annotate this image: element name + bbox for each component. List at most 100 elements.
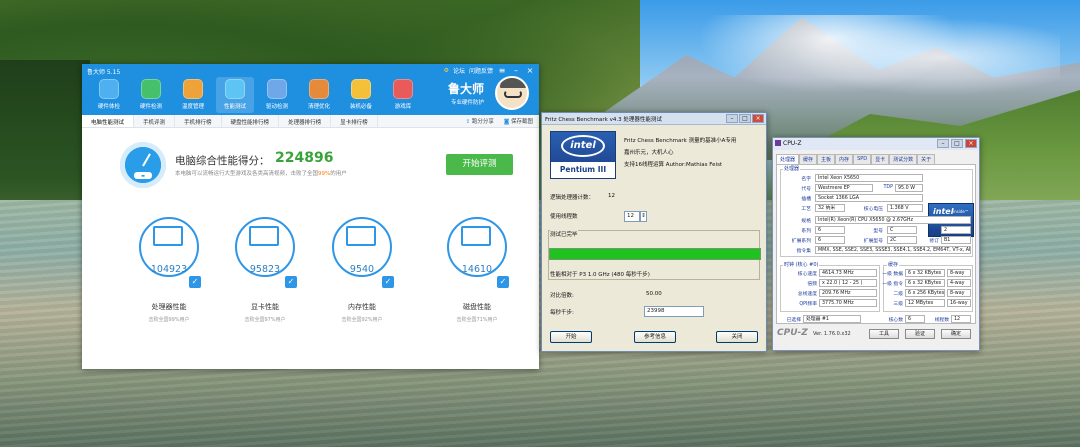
field-label: 核心速度	[797, 272, 817, 277]
nav-item-cleanup[interactable]: 清理优化	[300, 77, 338, 113]
field-label: 倍频	[807, 282, 817, 287]
tab-cpu-rank[interactable]: 处理器排行榜	[279, 115, 332, 127]
ok-button[interactable]: 确定	[941, 329, 971, 339]
forum-link[interactable]: 论坛	[453, 66, 465, 75]
nav-item-hardware-check[interactable]: 硬件体检	[90, 77, 128, 113]
feedback-link[interactable]: 问题反馈	[469, 66, 493, 75]
chip-icon	[141, 79, 161, 99]
field-label: 步进	[929, 229, 939, 234]
nav-item-essentials[interactable]: 装机必备	[342, 77, 380, 113]
fritz-titlebar: Fritz Chess Benchmark v4.3 处理器性能测试 – □ ×	[542, 113, 766, 125]
tools-button[interactable]: 工具	[869, 329, 899, 339]
maximize-button[interactable]: □	[951, 139, 963, 148]
start-benchmark-button[interactable]: 开始评测	[446, 154, 513, 175]
instructions-value: MMX, SSE, SSE2, SSE3, SSSE3, SSE4.1, SSE…	[815, 246, 971, 254]
score-title: 电脑综合性能得分：	[175, 155, 270, 167]
tab-disk-rank[interactable]: 硬盘性能排行榜	[222, 115, 280, 127]
start-button[interactable]: 开始	[550, 331, 592, 343]
cpuz-window: CPU-Z – □ × 处理器 缓存 主板 内存 SPD 显卡 测试分数 关于 …	[772, 137, 980, 351]
screenshot-label: 保存截图	[510, 119, 533, 125]
nav-item-performance-test[interactable]: 性能测试	[216, 77, 254, 113]
category-cpu[interactable]: 104923 ✓ 处理器性能 击败全国99%用户	[136, 217, 216, 327]
nav-item-temperature[interactable]: 温度管理	[174, 77, 212, 113]
tab-mainboard[interactable]: 主板	[817, 154, 836, 164]
l3-way: 16-way	[947, 299, 971, 307]
close-dialog-button[interactable]: 关闭	[716, 331, 758, 343]
camera-icon: ◙	[503, 119, 510, 125]
info-line: 嘉州乐元，大机人心	[624, 150, 674, 156]
tabs-actions: ⇪ 跑分分享 ◙ 保存截图	[466, 117, 533, 125]
screenshot-button[interactable]: ◙ 保存截图	[504, 117, 533, 125]
tab-bench[interactable]: 测试分数	[889, 154, 918, 164]
cpuz-titlebar: CPU-Z – □ ×	[773, 138, 979, 150]
validate-button[interactable]: 验证	[905, 329, 935, 339]
spec-value: Intel(R) Xeon(R) CPU X5650 @ 2.67GHz	[815, 216, 971, 224]
tab-phone-rank[interactable]: 手机排行榜	[175, 115, 222, 127]
brand: 鲁大师 专业硬件防护	[448, 80, 484, 106]
threads-input[interactable]: 12	[624, 211, 640, 222]
nav-item-hardware-detect[interactable]: 硬件检测	[132, 77, 170, 113]
broom-icon	[309, 79, 329, 99]
tab-cpu[interactable]: 处理器	[776, 154, 800, 164]
maximize-button[interactable]: □	[739, 114, 751, 123]
tab-gpu-rank[interactable]: 显卡排行榜	[331, 115, 378, 127]
corespeed-value: 4614.73 MHz	[819, 269, 877, 277]
model-value: C	[887, 226, 917, 234]
threads-label: 使用线程数	[550, 214, 578, 220]
cpuz-version: Ver. 1.76.0.x32	[813, 331, 851, 337]
monitor-icon	[99, 79, 119, 99]
category-gpu[interactable]: 95823 ✓ 显卡性能 击败全国97%用户	[232, 217, 312, 327]
cpuz-tabs: 处理器 缓存 主板 内存 SPD 显卡 测试分数 关于	[776, 154, 936, 164]
apps-cube-icon	[351, 79, 371, 99]
field-label: 系列	[801, 229, 811, 234]
share-button[interactable]: ⇪ 跑分分享	[466, 117, 494, 125]
brand-slogan: 专业硬件防护	[451, 100, 485, 106]
fritz-info: Fritz Chess Benchmark 测量的基准小A专用 嘉州乐元，大机人…	[624, 135, 762, 171]
category-sub: 击败全国92%用户	[341, 317, 383, 323]
avatar[interactable]	[495, 76, 529, 110]
tab-phone-test[interactable]: 手机评测	[134, 115, 176, 127]
fritz-chess-window: Fritz Chess Benchmark v4.3 处理器性能测试 – □ ×…	[541, 112, 767, 352]
field-label: QPI频率	[799, 302, 817, 307]
l1d-value: 6 x 32 KBytes	[905, 269, 945, 277]
tab-caches[interactable]: 缓存	[799, 154, 818, 164]
close-button[interactable]: ×	[752, 114, 764, 123]
score-desc-suffix: 的用户	[330, 171, 347, 177]
check-icon: ✓	[497, 276, 509, 288]
threads-spinner[interactable]: ⇕	[640, 211, 647, 222]
cpuz-title: CPU-Z	[783, 140, 802, 147]
nav-item-games[interactable]: 游戏库	[384, 77, 422, 113]
gpu-cube-icon	[249, 226, 279, 246]
score-desc-percent: 99%	[318, 171, 331, 177]
gear-icon[interactable]: ⚙	[444, 67, 449, 74]
field-label: 插槽	[801, 197, 811, 202]
l2-way: 8-way	[947, 289, 971, 297]
field-label: 工艺	[801, 207, 811, 212]
close-button[interactable]: ×	[965, 139, 977, 148]
menu-icon[interactable]: ≡	[497, 66, 507, 75]
extmodel-value: 2C	[887, 236, 917, 244]
reference-button[interactable]: 参考信息	[634, 331, 676, 343]
close-button[interactable]: ×	[525, 66, 535, 75]
category-disk[interactable]: 14610 ✓ 磁盘性能 击败全国71%用户	[444, 217, 524, 327]
minimize-button[interactable]: –	[937, 139, 949, 148]
bus-value: 209.76 MHz	[819, 289, 877, 297]
tab-about[interactable]: 关于	[917, 154, 936, 164]
tab-pc-test[interactable]: 电脑性能测试	[82, 115, 135, 127]
tab-spd[interactable]: SPD	[853, 154, 872, 164]
category-value: 14610	[461, 264, 493, 275]
extfamily-value: 6	[815, 236, 845, 244]
minimize-button[interactable]: –	[726, 114, 738, 123]
minimize-button[interactable]: –	[511, 66, 521, 75]
inside-logo-text: inside™	[953, 209, 969, 214]
monitor-cpu-icon	[153, 226, 183, 246]
tab-graphics[interactable]: 显卡	[871, 154, 890, 164]
voltage-value: 1.368 V	[887, 204, 923, 212]
category-memory[interactable]: 9540 ✓ 内存性能 击败全国92%用户	[329, 217, 409, 327]
knodes-label: 每秒千步:	[550, 310, 574, 316]
field-label: 一级 数据	[882, 272, 903, 277]
tab-memory[interactable]: 内存	[835, 154, 854, 164]
category-label: 处理器性能	[151, 303, 187, 311]
nav-item-driver[interactable]: 驱动检测	[258, 77, 296, 113]
l3-value: 12 MBytes	[905, 299, 945, 307]
